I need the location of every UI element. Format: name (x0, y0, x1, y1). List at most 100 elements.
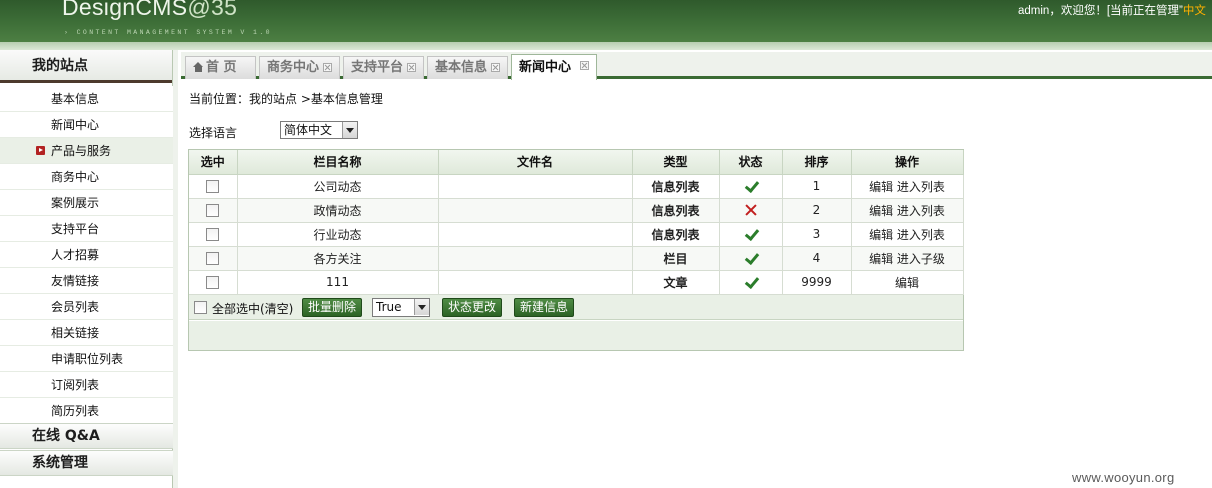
row-select-cell (189, 246, 238, 271)
new-info-button[interactable]: 新建信息 (514, 298, 574, 317)
sidebar-item[interactable]: 商务中心 (0, 164, 173, 190)
category-type[interactable]: 栏目 (632, 246, 720, 271)
checkmark-icon[interactable] (744, 227, 758, 241)
row-checkbox[interactable] (206, 180, 220, 193)
app-logo: DesignCMS@35 (62, 0, 238, 20)
sort-order: 9999 (782, 270, 852, 295)
sort-order: 4 (782, 246, 852, 271)
row-checkbox[interactable] (206, 228, 220, 241)
tab-label: 支持平台 (351, 60, 404, 75)
status-change-button[interactable]: 状态更改 (442, 298, 502, 317)
category-type[interactable]: 文章 (632, 270, 720, 295)
sidebar-item-label: 基本信息 (51, 92, 100, 106)
breadcrumb: 当前位置：我的站点 >基本信息管理 (189, 92, 383, 106)
sidebar-item[interactable]: 人才招募 (0, 242, 173, 268)
tab[interactable]: 首 页 (185, 56, 256, 79)
table-toolbar: 全部选中(清空) 批量删除 True 状态更改 新建信息 (189, 295, 963, 320)
tab[interactable]: 支持平台 (343, 56, 424, 79)
sidebar-item[interactable]: 新闻中心 (0, 112, 173, 138)
table-header-row: 选中 栏目名称 文件名 类型 状态 排序 操作 (189, 150, 964, 175)
checkmark-icon[interactable] (744, 275, 758, 289)
cross-icon[interactable] (744, 203, 758, 217)
row-checkbox[interactable] (206, 276, 220, 289)
status-cell (719, 198, 783, 223)
sidebar-item[interactable]: 会员列表 (0, 294, 173, 320)
chevron-down-icon[interactable] (414, 299, 429, 315)
close-icon[interactable] (580, 61, 589, 70)
sidebar-item[interactable]: 相关链接 (0, 320, 173, 346)
row-actions[interactable]: 编辑 进入子级 (851, 246, 964, 271)
language-select[interactable]: 简体中文 (280, 121, 358, 139)
row-checkbox[interactable] (206, 252, 220, 265)
sidebar-item[interactable]: 基本信息 (0, 86, 173, 112)
status-cell (719, 246, 783, 271)
arrow-right-icon (36, 146, 45, 155)
sidebar-section[interactable]: 在线 Q&A (0, 423, 173, 449)
sidebar-item[interactable]: 产品与服务 (0, 138, 173, 164)
sidebar-item-label: 会员列表 (51, 300, 100, 314)
sidebar-item[interactable]: 申请职位列表 (0, 346, 173, 372)
sidebar-item-label: 订阅列表 (51, 378, 100, 392)
sidebar-item[interactable]: 简历列表 (0, 398, 173, 424)
sidebar-item-label: 案例展示 (51, 196, 100, 210)
sidebar-section[interactable]: 系统管理 (0, 450, 173, 476)
file-name (438, 246, 633, 271)
row-select-cell (189, 270, 238, 295)
sidebar-item[interactable]: 案例展示 (0, 190, 173, 216)
category-table: 选中 栏目名称 文件名 类型 状态 排序 操作 公司动态 信息列表 1 编辑 进入列表 政情动态 信息… (188, 149, 964, 351)
category-name: 政情动态 (237, 198, 439, 223)
category-type[interactable]: 信息列表 (632, 198, 720, 223)
checkmark-icon[interactable] (744, 251, 758, 265)
row-actions[interactable]: 编辑 进入列表 (851, 174, 964, 199)
sidebar-item-label: 人才招募 (51, 248, 100, 262)
current-site-link[interactable]: 中文 (1183, 5, 1206, 17)
table-row: 公司动态 信息列表 1 编辑 进入列表 (189, 174, 964, 199)
close-icon[interactable] (491, 63, 500, 72)
sidebar-title-my-site[interactable]: 我的站点 (0, 50, 172, 83)
chevron-down-icon[interactable] (342, 122, 357, 138)
category-name: 公司动态 (237, 174, 439, 199)
row-select-cell (189, 174, 238, 199)
table-footer (189, 321, 963, 350)
tab[interactable]: 基本信息 (427, 56, 508, 79)
row-actions[interactable]: 编辑 进入列表 (851, 198, 964, 223)
row-checkbox[interactable] (206, 204, 220, 217)
table-body: 公司动态 信息列表 1 编辑 进入列表 政情动态 信息列表 2 编辑 进入列表 行业动态 信息列表… (189, 174, 964, 295)
sidebar-item[interactable]: 支持平台 (0, 216, 173, 242)
status-cell (719, 270, 783, 295)
app-tagline: › CONTENT MANAGEMENT SYSTEM V 1.0 (64, 29, 272, 36)
select-all-label[interactable]: 全部选中(清空) (212, 300, 293, 317)
select-all-checkbox[interactable] (194, 301, 207, 314)
sidebar-item-label: 申请职位列表 (51, 352, 124, 366)
watermark: www.wooyun.org (1072, 470, 1175, 485)
sidebar-item-label: 支持平台 (51, 222, 100, 236)
table-row: 政情动态 信息列表 2 编辑 进入列表 (189, 198, 964, 223)
sidebar-item-label: 相关链接 (51, 326, 100, 340)
sidebar-item[interactable]: 友情链接 (0, 268, 173, 294)
row-actions[interactable]: 编辑 (851, 270, 964, 295)
row-actions[interactable]: 编辑 进入列表 (851, 222, 964, 247)
close-icon[interactable] (323, 63, 332, 72)
checkmark-icon[interactable] (744, 179, 758, 193)
close-icon[interactable] (407, 63, 416, 72)
column-header: 栏目名称 (237, 150, 439, 175)
batch-delete-button[interactable]: 批量删除 (302, 298, 362, 317)
file-name (438, 270, 633, 295)
language-select-value: 简体中文 (284, 123, 333, 137)
file-name (438, 222, 633, 247)
category-name: 各方关注 (237, 246, 439, 271)
file-name (438, 174, 633, 199)
tab[interactable]: 新闻中心 (511, 54, 597, 80)
category-name: 行业动态 (237, 222, 439, 247)
row-select-cell (189, 222, 238, 247)
file-name (438, 198, 633, 223)
category-type[interactable]: 信息列表 (632, 174, 720, 199)
status-select[interactable]: True (372, 298, 430, 317)
row-select-cell (189, 198, 238, 223)
language-label: 选择语言 (189, 126, 238, 140)
category-type[interactable]: 信息列表 (632, 222, 720, 247)
category-name: 111 (237, 270, 439, 295)
sort-order: 2 (782, 198, 852, 223)
tab[interactable]: 商务中心 (259, 56, 340, 79)
sidebar-item[interactable]: 订阅列表 (0, 372, 173, 398)
